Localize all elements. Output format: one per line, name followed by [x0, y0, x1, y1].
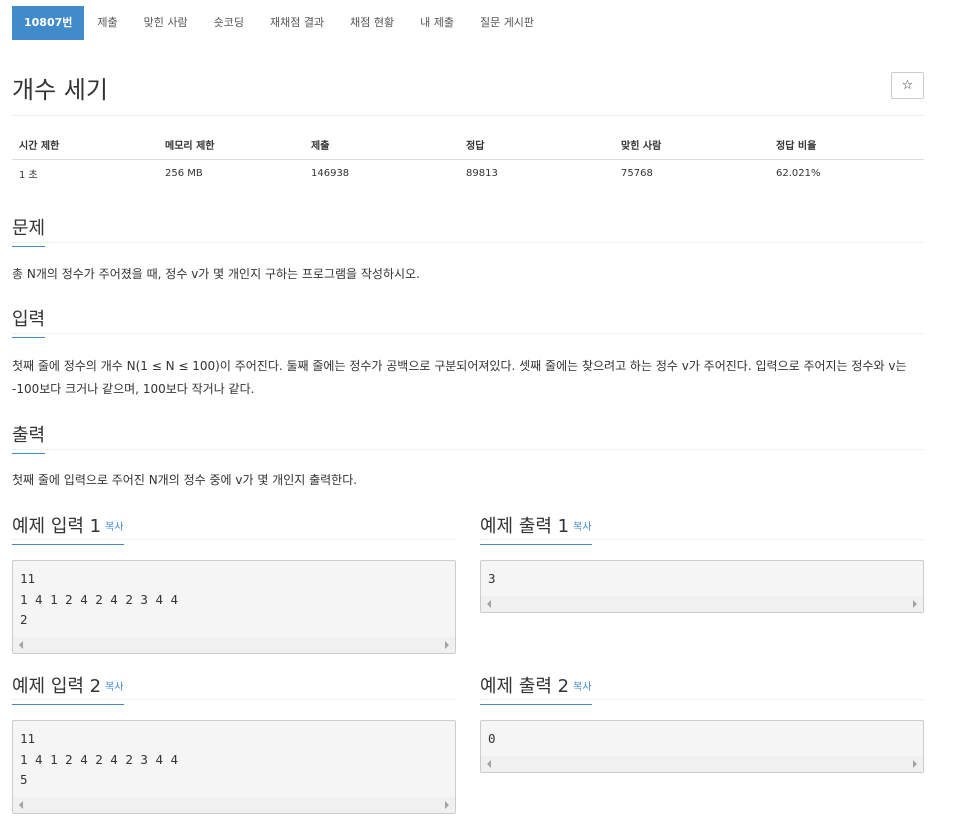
sample-input-2-heading: 예제 입력 2 복사 — [12, 672, 124, 705]
star-icon: ☆ — [901, 78, 914, 93]
scroll-right-icon[interactable] — [445, 801, 449, 809]
value-time-limit: 1 초 — [19, 169, 38, 181]
tab-short-coding[interactable]: 숏코딩 — [201, 6, 257, 40]
scroll-left-icon[interactable] — [19, 641, 23, 649]
sample-output-1-box: 3 — [480, 560, 924, 613]
sample-input-2-scrollbar[interactable] — [13, 797, 455, 813]
tab-solved-users[interactable]: 맞힌 사람 — [131, 6, 201, 40]
table-row: 1 초 256 MB 146938 89813 75768 62.021% — [12, 159, 924, 187]
header-time-limit: 시간 제한 — [12, 131, 158, 160]
header-accepted: 정답 — [459, 131, 614, 160]
header-memory-limit: 메모리 제한 — [158, 131, 304, 160]
page-title: 개수 세기 — [12, 76, 108, 104]
value-solved-users: 75768 — [621, 167, 653, 179]
sample-input-1-content: 11 1 4 1 2 4 2 4 2 3 4 4 2 — [20, 571, 179, 627]
tab-rejudge-results[interactable]: 재채점 결과 — [257, 6, 337, 40]
sample-input-2-content: 11 1 4 1 2 4 2 4 2 3 4 4 5 — [20, 731, 179, 787]
input-heading-line — [12, 333, 924, 334]
scroll-right-icon[interactable] — [913, 600, 917, 608]
favorite-button[interactable]: ☆ — [891, 72, 924, 99]
sample-output-2-box: 0 — [480, 720, 924, 773]
sample-output-2-heading: 예제 출력 2 복사 — [480, 672, 592, 705]
sample-input-1-title: 예제 입력 1 — [12, 516, 102, 537]
sample-input-2-title: 예제 입력 2 — [12, 676, 102, 697]
sample-input-2-line — [12, 699, 456, 700]
tab-submit[interactable]: 제출 — [84, 6, 130, 40]
title-divider — [12, 115, 924, 116]
header-submissions: 제출 — [304, 131, 459, 160]
tab-judge-status[interactable]: 채점 현황 — [337, 6, 407, 40]
header-solved-users: 맞힌 사람 — [614, 131, 769, 160]
sample-output-1-title: 예제 출력 1 — [480, 516, 570, 537]
value-memory-limit: 256 MB — [165, 167, 203, 179]
sample-output-2-scrollbar[interactable] — [481, 756, 923, 772]
scroll-right-icon[interactable] — [445, 641, 449, 649]
value-accepted: 89813 — [466, 167, 498, 179]
problem-heading-line — [12, 242, 924, 243]
copy-sample-input-1-button[interactable]: 복사 — [105, 522, 123, 533]
sample-input-1-box: 11 1 4 1 2 4 2 4 2 3 4 4 2 — [12, 560, 456, 654]
output-description: 첫째 줄에 입력으로 주어진 N개의 정수 중에 v가 몇 개인지 출력한다. — [12, 473, 358, 487]
copy-sample-output-2-button[interactable]: 복사 — [573, 682, 591, 693]
sample-output-1-scrollbar[interactable] — [481, 596, 923, 612]
sample-input-1-heading: 예제 입력 1 복사 — [12, 512, 124, 545]
problem-description: 총 N개의 정수가 주어졌을 때, 정수 v가 몇 개인지 구하는 프로그램을 … — [12, 267, 420, 281]
copy-sample-input-2-button[interactable]: 복사 — [105, 682, 123, 693]
scroll-left-icon[interactable] — [487, 600, 491, 608]
scroll-left-icon[interactable] — [487, 760, 491, 768]
sample-input-1-line — [12, 539, 456, 540]
sample-output-1-line — [480, 539, 924, 540]
tab-problem-number[interactable]: 10807번 — [12, 6, 85, 40]
scroll-left-icon[interactable] — [19, 801, 23, 809]
sample-output-1-content: 3 — [488, 571, 496, 586]
sample-output-2-line — [480, 699, 924, 700]
sample-output-2-title: 예제 출력 2 — [480, 676, 570, 697]
output-heading-line — [12, 449, 924, 450]
sample-input-1-scrollbar[interactable] — [13, 637, 455, 653]
input-description: 첫째 줄에 정수의 개수 N(1 ≤ N ≤ 100)이 주어진다. 둘째 줄에… — [12, 359, 907, 396]
problem-info-table: 시간 제한 메모리 제한 제출 정답 맞힌 사람 정답 비율 1 초 256 M… — [12, 131, 924, 187]
header-accept-ratio: 정답 비율 — [769, 131, 924, 160]
tab-my-submissions[interactable]: 내 제출 — [407, 6, 467, 40]
value-accept-ratio: 62.021% — [776, 167, 821, 179]
sample-input-2-box: 11 1 4 1 2 4 2 4 2 3 4 4 5 — [12, 720, 456, 814]
tab-question-board[interactable]: 질문 게시판 — [467, 6, 547, 40]
table-header-row: 시간 제한 메모리 제한 제출 정답 맞힌 사람 정답 비율 — [12, 131, 924, 160]
value-submissions: 146938 — [311, 167, 350, 179]
problem-menu-tabs: 10807번 제출 맞힌 사람 숏코딩 재채점 결과 채점 현황 내 제출 질문… — [12, 6, 547, 40]
scroll-right-icon[interactable] — [913, 760, 917, 768]
sample-output-2-content: 0 — [488, 731, 496, 746]
sample-output-1-heading: 예제 출력 1 복사 — [480, 512, 592, 545]
copy-sample-output-1-button[interactable]: 복사 — [573, 522, 591, 533]
